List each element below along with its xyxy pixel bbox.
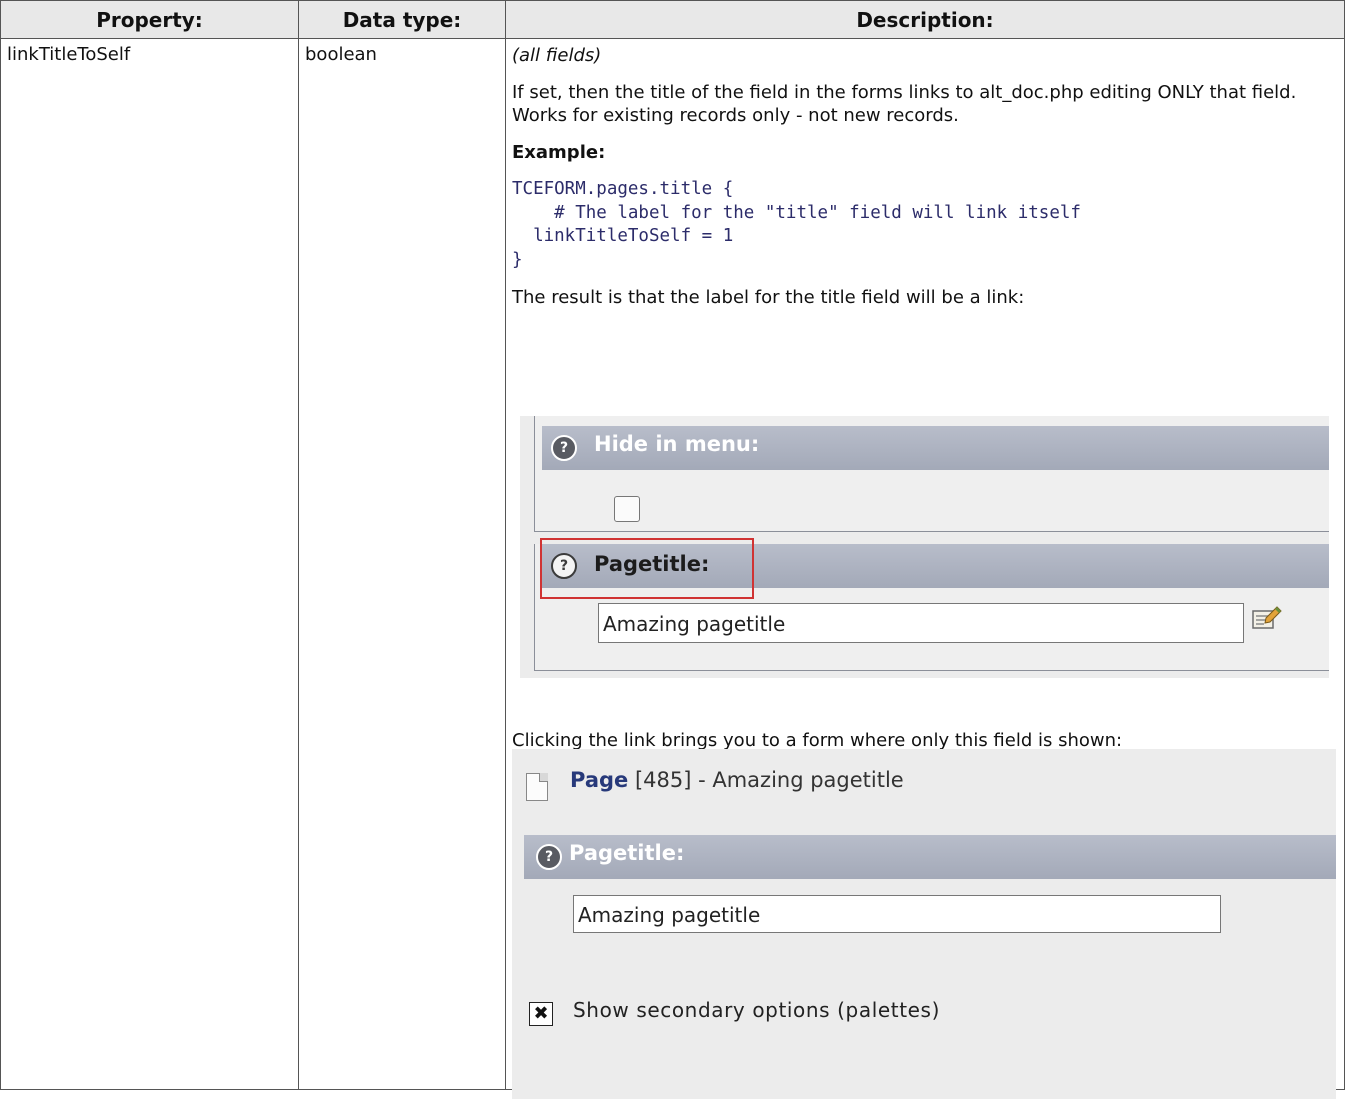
description-paragraph: If set, then the title of the field in t… — [512, 82, 1297, 103]
description-cell: (all fields) If set, then the title of t… — [505, 38, 1345, 1099]
edit-record-icon[interactable] — [1250, 604, 1282, 632]
record-type-link[interactable]: Page — [570, 768, 628, 792]
secondary-options-checkbox[interactable]: ✖ — [529, 1002, 553, 1026]
hide-in-menu-header: ? Hide in menu: — [542, 426, 1329, 470]
pagetitle-label: Pagetitle: — [569, 841, 685, 865]
example-heading: Example: — [512, 142, 606, 163]
header-data-type: Data type: — [298, 0, 506, 39]
pagetitle-input[interactable]: Amazing pagetitle — [573, 895, 1221, 933]
hide-in-menu-label: Hide in menu: — [594, 432, 760, 456]
data-type-value: boolean — [305, 44, 377, 65]
help-icon[interactable]: ? — [551, 435, 577, 461]
highlight-box — [540, 538, 754, 599]
table-header-row: Property: Data type: Description: — [0, 0, 1345, 39]
property-cell: linkTitleToSelf — [0, 38, 299, 1090]
scope-note: (all fields) — [512, 45, 602, 66]
description-note: Works for existing records only - not ne… — [512, 105, 959, 126]
pagetitle-input[interactable]: Amazing pagetitle — [598, 603, 1244, 643]
screenshot-form-fields: ? Hide in menu: ? Pagetitle: Amazing pag… — [520, 416, 1329, 678]
record-title: Page [485] - Amazing pagetitle — [570, 769, 904, 792]
property-table: Property: Data type: Description: linkTi… — [0, 0, 1345, 1099]
description-body: (all fields) If set, then the title of t… — [506, 39, 1344, 1099]
secondary-options-label[interactable]: Show secondary options (palettes) — [573, 999, 940, 1022]
property-name: linkTitleToSelf — [7, 44, 131, 65]
pagetitle-header: ? Pagetitle: — [524, 835, 1336, 879]
record-info: [485] - Amazing pagetitle — [628, 768, 904, 792]
document-icon — [526, 773, 548, 801]
header-description: Description: — [505, 0, 1345, 39]
result-text: The result is that the label for the tit… — [512, 287, 1025, 308]
hide-in-menu-checkbox[interactable] — [614, 496, 640, 522]
code-example: TCEFORM.pages.title { # The label for th… — [512, 179, 1081, 270]
data-type-cell: boolean — [298, 38, 506, 1090]
table-row: linkTitleToSelf boolean (all fields) If … — [0, 38, 1345, 1099]
header-property: Property: — [0, 0, 299, 39]
screenshot-single-field-form: Page [485] - Amazing pagetitle ? Pagetit… — [512, 749, 1336, 1099]
help-icon[interactable]: ? — [536, 844, 562, 870]
hide-in-menu-group: ? Hide in menu: — [534, 416, 1329, 532]
